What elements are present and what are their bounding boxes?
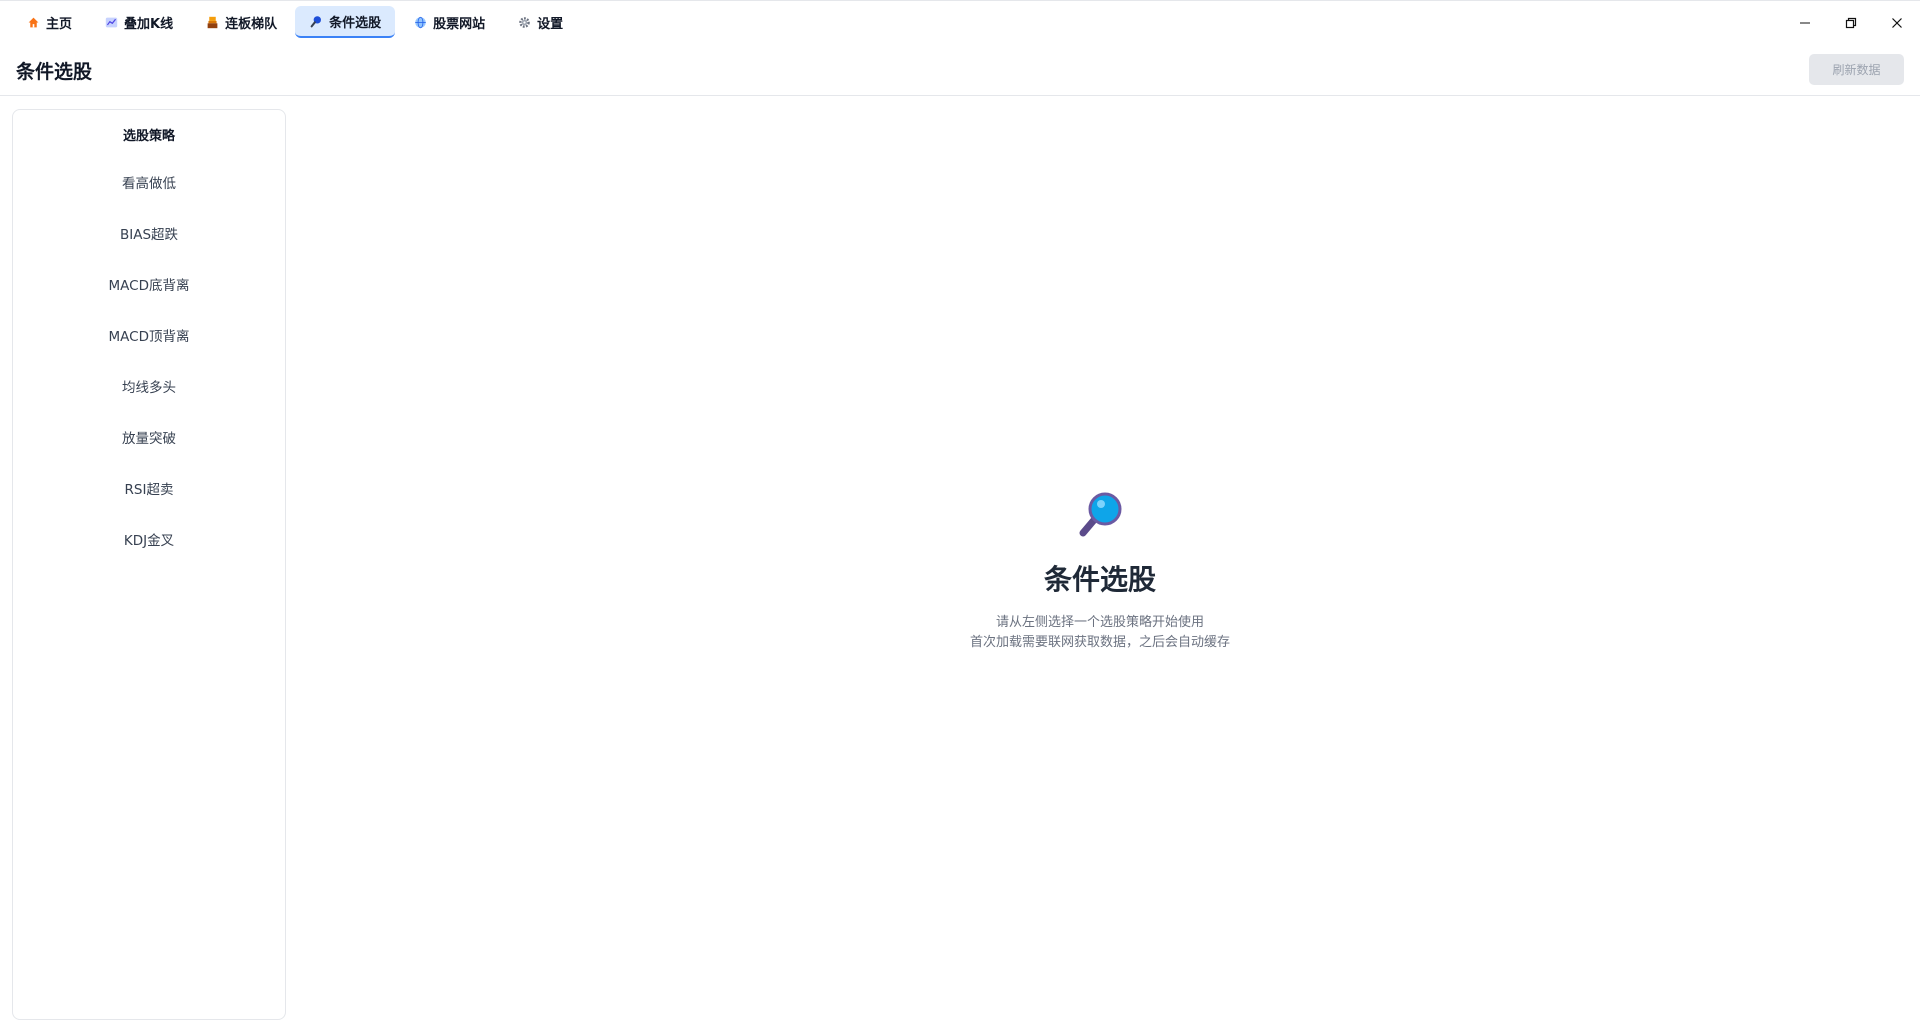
tab-condition-picker[interactable]: 条件选股 bbox=[295, 6, 396, 38]
page-header: 条件选股 刷新数据 bbox=[0, 43, 1920, 96]
tab-stock-sites[interactable]: 股票网站 bbox=[399, 6, 499, 38]
window-controls bbox=[1782, 1, 1920, 44]
title-bar: 主页 叠加K线 连板梯队 条件选股 股票网站 设置 bbox=[0, 0, 1920, 43]
tab-label: 设置 bbox=[537, 16, 564, 32]
close-button[interactable] bbox=[1874, 1, 1920, 44]
empty-state-title: 条件选股 bbox=[1043, 563, 1156, 596]
chart-icon bbox=[104, 15, 118, 29]
empty-state-hint: 请从左侧选择一个选股策略开始使用 bbox=[995, 615, 1204, 630]
empty-state-cache-note: 首次加载需要联网获取数据，之后会自动缓存 bbox=[969, 635, 1230, 650]
strategy-item-macd-top-divergence[interactable]: MACD顶背离 bbox=[13, 309, 285, 360]
strategy-item-high-low[interactable]: 看高做低 bbox=[13, 156, 285, 207]
search-icon bbox=[309, 14, 323, 28]
tab-label: 主页 bbox=[46, 16, 73, 32]
tab-label: 条件选股 bbox=[329, 15, 382, 31]
gear-icon bbox=[517, 15, 531, 29]
ladder-icon bbox=[205, 15, 219, 29]
strategy-list: 看高做低 BIAS超跌 MACD底背离 MACD顶背离 均线多头 放量突破 RS… bbox=[13, 156, 285, 564]
tab-overlay-kline[interactable]: 叠加K线 bbox=[90, 6, 187, 38]
strategy-item-rsi-oversold[interactable]: RSI超卖 bbox=[13, 462, 285, 513]
tab-settings[interactable]: 设置 bbox=[503, 6, 577, 38]
page-title: 条件选股 bbox=[16, 61, 93, 83]
tab-home[interactable]: 主页 bbox=[12, 6, 86, 38]
tab-label: 叠加K线 bbox=[124, 16, 174, 32]
restore-button[interactable] bbox=[1828, 1, 1874, 44]
strategy-item-bias-oversold[interactable]: BIAS超跌 bbox=[13, 207, 285, 258]
tab-label: 连板梯队 bbox=[225, 16, 278, 32]
refresh-data-button[interactable]: 刷新数据 bbox=[1809, 54, 1904, 85]
tab-label: 股票网站 bbox=[433, 16, 486, 32]
minimize-button[interactable] bbox=[1782, 1, 1828, 44]
tab-strip: 主页 叠加K线 连板梯队 条件选股 股票网站 设置 bbox=[12, 6, 577, 38]
magnifier-icon bbox=[1076, 490, 1124, 538]
strategy-sidebar: 选股策略 看高做低 BIAS超跌 MACD底背离 MACD顶背离 均线多头 放量… bbox=[12, 109, 286, 1020]
strategy-item-ma-bullish[interactable]: 均线多头 bbox=[13, 360, 285, 411]
strategy-item-kdj-golden-cross[interactable]: KDJ金叉 bbox=[13, 513, 285, 564]
strategy-item-volume-breakout[interactable]: 放量突破 bbox=[13, 411, 285, 462]
sidebar-title: 选股策略 bbox=[122, 129, 175, 144]
empty-state: 条件选股 请从左侧选择一个选股策略开始使用 首次加载需要联网获取数据，之后会自动… bbox=[286, 96, 1920, 1032]
strategy-item-macd-bottom-divergence[interactable]: MACD底背离 bbox=[13, 258, 285, 309]
globe-icon bbox=[413, 15, 427, 29]
close-icon bbox=[1892, 17, 1902, 28]
tab-limit-ladder[interactable]: 连板梯队 bbox=[191, 6, 291, 38]
home-icon bbox=[26, 15, 40, 29]
restore-icon bbox=[1845, 17, 1857, 28]
minimize-icon bbox=[1800, 22, 1810, 23]
